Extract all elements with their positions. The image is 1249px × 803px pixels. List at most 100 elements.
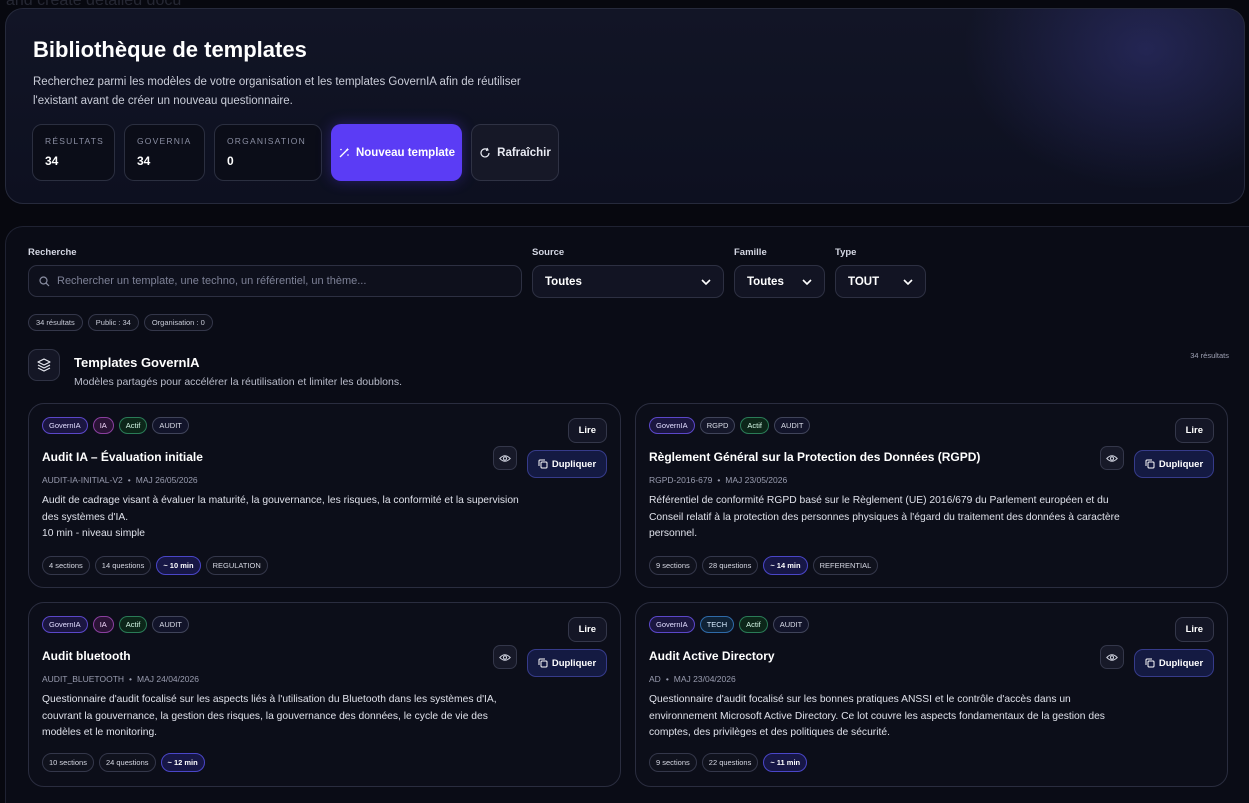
template-card: GovernIA IA Actif AUDIT Lire Dupliquer Audi…	[28, 403, 621, 588]
tag-govern: GovernIA	[42, 417, 88, 434]
organisation-chip: Organisation : 0	[143, 314, 213, 331]
info-pill: 9 sections	[649, 556, 697, 575]
updated-date: MAJ 23/05/2026	[725, 475, 788, 485]
page-description: Recherchez parmi les modèles de votre or…	[33, 76, 521, 107]
famille-label: Famille	[734, 247, 767, 258]
eye-icon	[499, 454, 511, 462]
copy-icon	[538, 459, 548, 469]
page-title: Bibliothèque de templates	[33, 37, 307, 62]
refresh-label: Rafraîchir	[497, 146, 551, 159]
duplicate-label: Dupliquer	[551, 657, 597, 669]
info-pill: REGULATION	[205, 556, 268, 575]
card-title: Audit bluetooth	[42, 649, 131, 663]
card-description: Questionnaire d'audit focalisé sur les a…	[42, 694, 497, 738]
template-card: GovernIA TECH Actif AUDIT Lire Dupliquer Au…	[635, 602, 1228, 787]
public-chip: Public : 34	[87, 314, 139, 331]
duration-pill: ~ 10 min	[156, 556, 201, 575]
template-code: AD	[649, 674, 661, 684]
info-pill: 24 questions	[98, 753, 156, 772]
card-title: Audit IA – Évaluation initiale	[42, 450, 203, 464]
search-input[interactable]: Rechercher un template, une techno, un r…	[28, 265, 522, 297]
template-code: AUDIT-IA-INITIAL-V2	[42, 475, 123, 485]
card-meta: AUDIT_BLUETOOTH • MAJ 24/04/2026	[42, 674, 199, 684]
read-button[interactable]: Lire	[567, 617, 607, 642]
duplicate-button[interactable]: Dupliquer	[527, 649, 607, 677]
search-placeholder: Rechercher un template, une techno, un r…	[57, 275, 367, 287]
card-description: Référentiel de conformité RGPD basé sur …	[649, 495, 1120, 539]
section-subtitle: Modèles partagés pour accélérer la réuti…	[74, 376, 403, 388]
results-chip: 34 résultats	[28, 314, 83, 331]
duplicate-button[interactable]: Dupliquer	[1134, 450, 1214, 478]
tag-ia: IA	[92, 417, 114, 434]
duplicate-label: Dupliquer	[551, 458, 597, 470]
duplicate-button[interactable]: Dupliquer	[1134, 649, 1214, 677]
separator-dot: •	[717, 475, 721, 485]
duplicate-label: Dupliquer	[1158, 458, 1204, 470]
card-description: Audit de cadrage visant à évaluer la mat…	[42, 495, 519, 539]
source-label: Source	[532, 247, 565, 258]
preview-button[interactable]	[1100, 645, 1124, 669]
tag-govern: GovernIA	[649, 616, 695, 633]
eye-icon	[1106, 653, 1118, 661]
read-button[interactable]: Lire	[1174, 617, 1214, 642]
card-pills: 4 sections 14 questions ~ 10 min REGULATION	[42, 556, 268, 575]
refresh-button[interactable]: Rafraîchir	[471, 124, 559, 181]
copy-icon	[1145, 658, 1155, 668]
card-title: Audit Active Directory	[649, 649, 775, 663]
card-description: Questionnaire d'audit focalisé sur les b…	[649, 694, 1105, 738]
read-label: Lire	[578, 425, 596, 436]
tag-ia: IA	[92, 616, 114, 633]
preview-button[interactable]	[1100, 446, 1124, 470]
preview-button[interactable]	[493, 446, 517, 470]
card-meta: RGPD-2016-679 • MAJ 23/05/2026	[649, 475, 787, 485]
section-count: 34 résultats	[1190, 351, 1229, 360]
eye-icon	[499, 653, 511, 661]
chevron-down-icon	[903, 278, 913, 285]
summary-chips: 34 résultats Public : 34 Organisation : …	[28, 314, 213, 331]
tag-actif: Actif	[740, 417, 769, 434]
info-pill: 9 sections	[649, 753, 697, 772]
famille-value: Toutes	[747, 275, 784, 288]
duration-pill: ~ 11 min	[763, 753, 808, 772]
source-select[interactable]: Toutes	[532, 265, 724, 298]
tag-actif: Actif	[118, 616, 148, 633]
refresh-icon	[480, 147, 490, 157]
info-pill: 28 questions	[701, 556, 759, 575]
tag-govern: GovernIA	[649, 417, 695, 434]
stat-results: RÉSULTATS 34	[32, 124, 115, 181]
magic-wand-icon	[339, 147, 350, 157]
famille-select[interactable]: Toutes	[734, 265, 825, 298]
duration-pill: ~ 14 min	[763, 556, 808, 575]
type-label: Type	[835, 247, 857, 258]
template-code: RGPD-2016-679	[649, 475, 713, 485]
duplicate-label: Dupliquer	[1158, 657, 1204, 669]
card-tags: GovernIA IA Actif AUDIT	[42, 616, 189, 633]
tag-actif: Actif	[118, 417, 148, 434]
layers-icon	[28, 349, 60, 381]
stat-value: 34	[45, 154, 59, 168]
info-pill: REFERENTIAL	[812, 556, 879, 575]
read-button[interactable]: Lire	[567, 418, 607, 443]
read-button[interactable]: Lire	[1174, 418, 1214, 443]
card-tags: GovernIA IA Actif AUDIT	[42, 417, 189, 434]
updated-date: MAJ 23/04/2026	[673, 674, 736, 684]
separator-dot: •	[665, 674, 669, 684]
read-label: Lire	[1185, 624, 1203, 635]
updated-date: MAJ 26/05/2026	[135, 475, 198, 485]
search-icon	[39, 275, 50, 286]
read-label: Lire	[1185, 425, 1203, 436]
new-template-button[interactable]: Nouveau template	[331, 124, 462, 181]
card-meta: AD • MAJ 23/04/2026	[649, 674, 736, 684]
stat-governia: GOVERNIA 34	[124, 124, 205, 181]
card-tags: GovernIA TECH Actif AUDIT	[649, 616, 810, 633]
type-select[interactable]: TOUT	[835, 265, 926, 298]
section-title: Templates GovernIA	[74, 355, 200, 370]
tag-actif: Actif	[739, 616, 768, 633]
tag-audit: AUDIT	[772, 616, 810, 633]
preview-button[interactable]	[493, 645, 517, 669]
read-label: Lire	[578, 624, 596, 635]
type-value: TOUT	[848, 275, 880, 288]
duplicate-button[interactable]: Dupliquer	[527, 450, 607, 478]
updated-date: MAJ 24/04/2026	[137, 674, 199, 684]
stat-organisation: ORGANISATION 0	[214, 124, 322, 181]
